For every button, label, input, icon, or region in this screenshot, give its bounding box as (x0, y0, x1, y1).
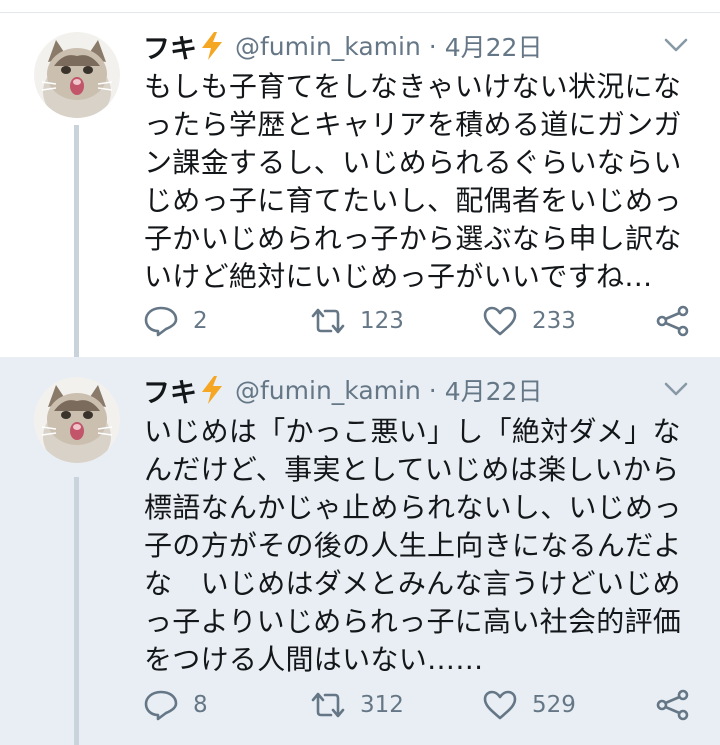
share-button[interactable] (655, 685, 691, 725)
lightning-bolt-icon (199, 31, 225, 61)
tweet-date[interactable]: 4月22日 (445, 28, 543, 64)
meta-separator: · (428, 375, 437, 405)
tweet-header: フキ @fumin_kamin · 4月22日 (143, 26, 542, 66)
reply-icon (144, 690, 178, 721)
avatar[interactable] (34, 32, 120, 118)
tweet[interactable]: フキ @fumin_kamin · 4月22日 いじめは「かっこ悪い」し「絶対ダ… (0, 357, 720, 745)
tweet-actions: 8 312 529 (0, 685, 720, 725)
like-count: 233 (532, 308, 576, 334)
like-button[interactable]: 529 (482, 685, 576, 725)
reply-count: 8 (193, 692, 208, 718)
retweet-button[interactable]: 312 (310, 685, 404, 725)
cat-avatar-image (34, 377, 120, 463)
heart-icon (483, 306, 517, 336)
author-handle[interactable]: @fumin_kamin (235, 32, 421, 61)
retweet-button[interactable]: 123 (310, 301, 404, 341)
meta-separator: · (428, 31, 437, 61)
tweet-actions: 2 123 233 (0, 301, 720, 341)
reply-count: 2 (193, 308, 208, 334)
reply-icon (144, 306, 178, 337)
tweet-text: いじめは「かっこ悪い」し「絶対ダメ」な んだけど、事実としていじめは楽しいから … (144, 415, 682, 676)
author-name[interactable]: フキ (143, 371, 197, 410)
reply-button[interactable]: 8 (143, 685, 208, 725)
reply-button[interactable]: 2 (143, 301, 208, 341)
top-divider (0, 0, 720, 13)
tweet[interactable]: フキ @fumin_kamin · 4月22日 もしも子育てをしなきゃいけない状… (0, 13, 720, 357)
like-count: 529 (532, 692, 576, 718)
lightning-bolt-icon (199, 375, 225, 405)
share-icon (656, 689, 689, 721)
like-button[interactable]: 233 (482, 301, 576, 341)
retweet-count: 123 (360, 308, 404, 334)
cat-avatar-image (34, 32, 120, 118)
share-icon (656, 305, 689, 337)
chevron-down-icon[interactable] (663, 379, 689, 399)
avatar[interactable] (34, 377, 120, 463)
tweet-text: もしも子育てをしなきゃいけない状況にな ったら学歴とキャリアを積める道にガンガ … (144, 70, 682, 293)
tweet-header: フキ @fumin_kamin · 4月22日 (143, 370, 542, 410)
chevron-down-icon[interactable] (663, 35, 689, 55)
author-name[interactable]: フキ (143, 27, 197, 66)
retweet-icon (311, 692, 345, 718)
tweet-date[interactable]: 4月22日 (445, 372, 543, 408)
retweet-icon (311, 308, 345, 334)
heart-icon (483, 690, 517, 720)
retweet-count: 312 (360, 692, 404, 718)
author-handle[interactable]: @fumin_kamin (235, 376, 421, 405)
share-button[interactable] (655, 301, 691, 341)
